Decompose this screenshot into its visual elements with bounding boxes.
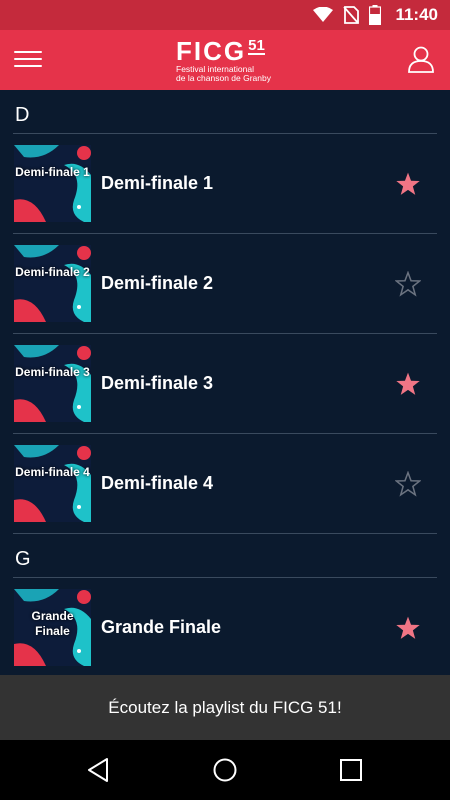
user-icon <box>408 46 434 73</box>
event-title: Demi-finale 4 <box>101 473 214 493</box>
thumbnail-label: Demi-finale 4 <box>15 465 90 479</box>
playlist-banner[interactable]: Écoutez la playlist du FICG 51! <box>0 675 450 740</box>
list-item[interactable]: Grande Finale Grande Finale <box>13 578 437 675</box>
star-filled-icon[interactable] <box>395 371 421 397</box>
battery-icon <box>369 5 382 25</box>
app-bar: FICG 51 Festival international de la chan… <box>0 30 450 90</box>
list-item[interactable]: Demi-finale 2 Demi-finale 2 <box>13 234 437 334</box>
event-thumbnail: Demi-finale 2 <box>14 245 91 322</box>
star-outline-icon[interactable] <box>395 471 421 497</box>
system-nav-bar <box>0 740 450 800</box>
thumbnail-label: Grande Finale <box>31 609 74 638</box>
section-header-d: D <box>13 90 437 134</box>
list-item[interactable]: Demi-finale 1 Demi-finale 1 <box>13 134 437 234</box>
event-title: Demi-finale 3 <box>101 373 214 393</box>
recents-square-icon[interactable] <box>338 757 364 783</box>
event-title: Demi-finale 1 <box>101 173 214 193</box>
event-title: Grande Finale <box>101 617 222 637</box>
thumbnail-label: Demi-finale 1 <box>15 165 90 179</box>
hamburger-icon <box>14 51 42 67</box>
status-time: 11:40 <box>395 5 438 24</box>
profile-button[interactable] <box>406 44 436 74</box>
logo-line2: de la chanson de Granby <box>176 73 271 83</box>
ficg-logo: FICG 51 Festival international de la chan… <box>176 38 276 84</box>
menu-button[interactable] <box>14 46 42 74</box>
back-triangle-icon[interactable] <box>86 757 112 783</box>
section-header-g: G <box>13 534 437 578</box>
logo-main: FICG <box>176 36 247 66</box>
star-filled-icon[interactable] <box>395 615 421 641</box>
event-thumbnail: Demi-finale 3 <box>14 345 91 422</box>
home-circle-icon[interactable] <box>212 757 238 783</box>
logo-number: 51 <box>248 37 265 55</box>
thumbnail-label: Demi-finale 2 <box>15 265 90 279</box>
list-item[interactable]: Demi-finale 4 Demi-finale 4 <box>13 434 437 534</box>
event-thumbnail: Grande Finale <box>14 589 91 666</box>
list-item[interactable]: Demi-finale 3 Demi-finale 3 <box>13 334 437 434</box>
wifi-icon <box>313 7 334 22</box>
event-title: Demi-finale 2 <box>101 273 214 293</box>
star-filled-icon[interactable] <box>395 171 421 197</box>
no-sim-icon <box>343 6 360 24</box>
schedule-list[interactable]: D Demi-finale 1 Demi-finale 1 Demi-final… <box>0 90 450 675</box>
star-outline-icon[interactable] <box>395 271 421 297</box>
status-bar: 11:40 <box>0 0 450 30</box>
event-thumbnail: Demi-finale 1 <box>14 145 91 222</box>
event-thumbnail: Demi-finale 4 <box>14 445 91 522</box>
thumbnail-label: Demi-finale 3 <box>15 365 90 379</box>
